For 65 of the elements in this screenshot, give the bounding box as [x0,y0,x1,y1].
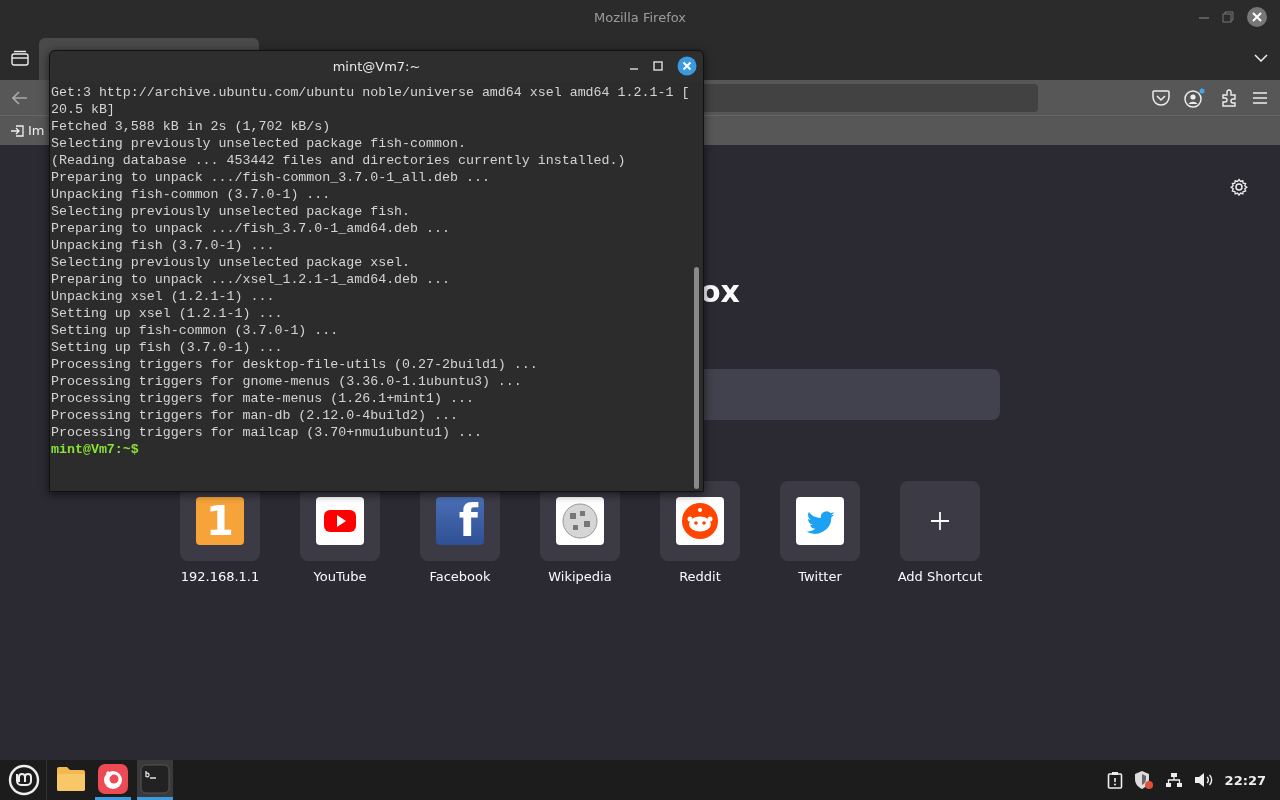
clipboard-icon[interactable] [1106,771,1123,789]
shortcut-label: Reddit [679,569,721,584]
shortcut-label: Wikipedia [548,569,612,584]
alien-face-icon [676,497,724,545]
shortcut-tile[interactable] [660,481,740,561]
terminal-line: Unpacking fish-common (3.7.0-1) ... [51,186,331,203]
bookmark-item[interactable]: Im [28,123,45,138]
terminal-icon [140,763,170,794]
terminal-line: Setting up xsel (1.2.1-1) ... [51,305,283,322]
import-icon [10,123,24,138]
network-icon[interactable] [1164,772,1183,788]
bird-icon [796,497,844,545]
close-icon[interactable] [677,56,697,76]
terminal-line: Processing triggers for mate-menus (1.26.1+mint1) ... [51,390,474,407]
terminal-line: Preparing to unpack .../fish-common_3.7.0-1_all.deb ... [51,169,490,186]
play-button-icon [316,497,364,545]
menu-icon[interactable] [1252,90,1268,105]
terminal-line: Selecting previously unselected package xsel. [51,254,411,271]
terminal-line: Processing triggers for desktop-file-utils (0.27-2build1) ... [51,356,538,373]
window-title: mint@Vm7:~ [332,59,421,74]
terminal-line: Get:3 http://archive.ubuntu.com/ubuntu noble/universe amd64 xsel amd64 1.2.1-1 [ [51,84,690,101]
close-icon[interactable] [1246,6,1268,28]
letter-logo-icon: f [436,497,484,545]
terminal-line: Selecting previously unselected package fish-common. [51,135,466,152]
account-icon[interactable] [1184,87,1206,108]
terminal-line: Preparing to unpack .../fish_3.7.0-1_amd64.deb ... [51,220,450,237]
shell-prompt: mint@Vm7:~$ [51,441,139,458]
shortcut-tile[interactable] [900,481,980,561]
back-arrow-icon[interactable] [12,90,28,105]
chevron-down-icon[interactable] [1254,53,1268,62]
globe-icon [556,497,604,545]
shortcut-label: Facebook [429,569,491,584]
folder-icon [56,765,86,792]
scrollbar-thumb[interactable] [694,267,699,489]
terminal-line: Preparing to unpack .../xsel_1.2.1-1_amd64.deb ... [51,271,450,288]
pocket-icon[interactable] [1152,89,1170,106]
shortcut-tile[interactable] [780,481,860,561]
clock[interactable]: 22:27 [1224,772,1266,788]
volume-icon[interactable] [1193,772,1214,788]
menu-logo-icon[interactable] [8,764,40,796]
shortcut-label: 192.168.1.1 [180,569,260,584]
shortcut-label: YouTube [313,569,367,584]
terminal-line: Setting up fish-common (3.7.0-1) ... [51,322,339,339]
terminal-line: Processing triggers for man-db (2.12.0-4build2) ... [51,407,458,424]
maximize-icon[interactable] [653,61,663,71]
shortcut-label: Twitter [798,569,842,584]
shortcut-label: Add Shortcut [897,569,983,584]
terminal-line: (Reading database ... 453442 files and directories currently installed.) [51,152,626,169]
settings-icon[interactable] [1230,178,1248,196]
terminal-line: Unpacking xsel (1.2.1-1) ... [51,288,275,305]
window-title: Mozilla Firefox [594,10,686,25]
plus-icon [930,511,950,531]
browser-icon [98,763,128,794]
extensions-icon[interactable] [1220,88,1238,107]
terminal-line: Unpacking fish (3.7.0-1) ... [51,237,275,254]
taskbar-app-button[interactable] [137,760,173,800]
terminal-line: Processing triggers for mailcap (3.70+nmu1ubuntu1) ... [51,424,482,441]
terminal-line: Setting up fish (3.7.0-1) ... [51,339,283,356]
terminal-line: Fetched 3,588 kB in 2s (1,702 kB/s) [51,118,331,135]
shield-icon[interactable] [1133,770,1154,790]
terminal-line: Processing triggers for gnome-menus (3.36.0-1.1ubuntu3) ... [51,373,522,390]
terminal-line: 20.5 kB] [51,101,115,118]
digit-logo-icon: 1 [196,497,244,545]
tab-list-icon[interactable] [11,49,29,66]
terminal-line: Selecting previously unselected package fish. [51,203,411,220]
